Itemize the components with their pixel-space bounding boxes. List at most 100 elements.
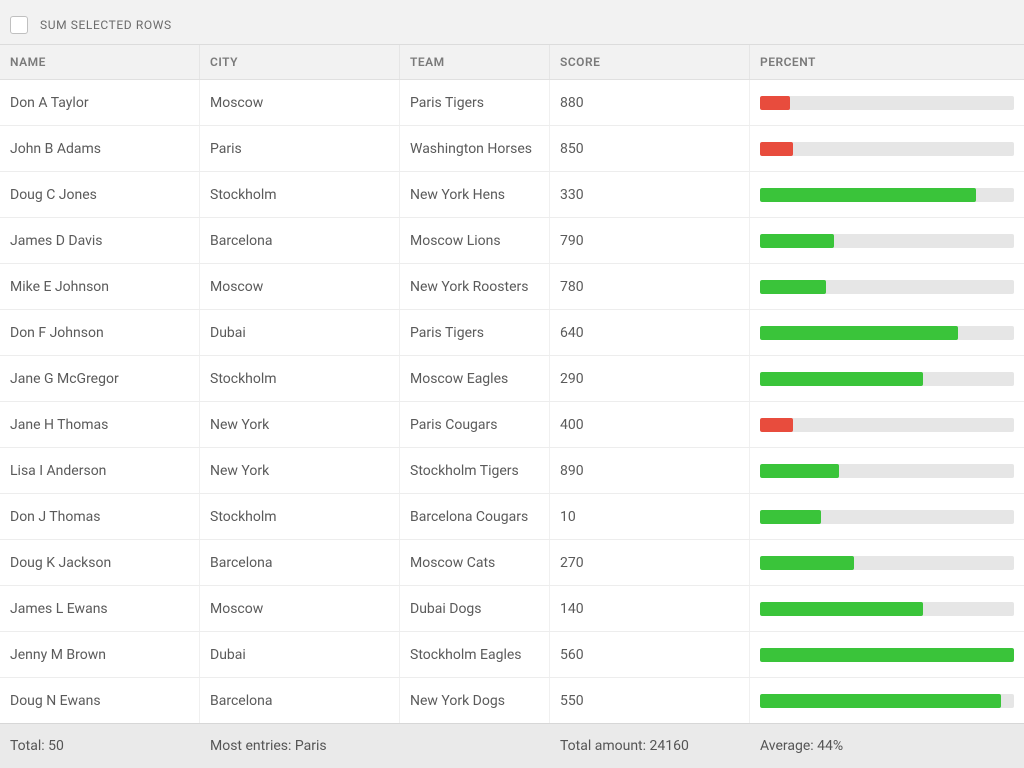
cell-percent (750, 540, 1024, 585)
sum-selected-checkbox[interactable] (10, 16, 28, 34)
cell-city: Stockholm (200, 494, 400, 539)
cell-city: Barcelona (200, 678, 400, 723)
percent-bar-fill (760, 188, 976, 202)
footer-total: Total: 50 (0, 724, 200, 768)
table-row[interactable]: Jane G McGregorStockholmMoscow Eagles290 (0, 356, 1024, 402)
cell-percent (750, 586, 1024, 631)
cell-name: John B Adams (0, 126, 200, 171)
percent-bar (760, 556, 1014, 570)
cell-name: Jenny M Brown (0, 632, 200, 677)
cell-team: Moscow Cats (400, 540, 550, 585)
cell-city: Moscow (200, 264, 400, 309)
cell-team: Stockholm Tigers (400, 448, 550, 493)
cell-percent (750, 264, 1024, 309)
cell-city: Stockholm (200, 172, 400, 217)
cell-score: 790 (550, 218, 750, 263)
cell-team: Barcelona Cougars (400, 494, 550, 539)
cell-name: James D Davis (0, 218, 200, 263)
cell-team: Paris Tigers (400, 310, 550, 355)
percent-bar (760, 96, 1014, 110)
table-row[interactable]: Doug K JacksonBarcelonaMoscow Cats270 (0, 540, 1024, 586)
cell-city: Moscow (200, 80, 400, 125)
cell-score: 880 (550, 80, 750, 125)
cell-name: James L Ewans (0, 586, 200, 631)
cell-percent (750, 356, 1024, 401)
table-header: NAME CITY TEAM SCORE PERCENT (0, 45, 1024, 80)
percent-bar-fill (760, 464, 839, 478)
cell-score: 780 (550, 264, 750, 309)
percent-bar (760, 326, 1014, 340)
table-row[interactable]: John B AdamsParisWashington Horses850 (0, 126, 1024, 172)
cell-name: Doug N Ewans (0, 678, 200, 723)
percent-bar-fill (760, 418, 793, 432)
percent-bar (760, 142, 1014, 156)
cell-team: Moscow Lions (400, 218, 550, 263)
cell-percent (750, 448, 1024, 493)
percent-bar-fill (760, 326, 958, 340)
percent-bar (760, 280, 1014, 294)
cell-city: Moscow (200, 586, 400, 631)
cell-city: Barcelona (200, 540, 400, 585)
cell-score: 290 (550, 356, 750, 401)
percent-bar (760, 694, 1014, 708)
col-header-name[interactable]: NAME (0, 45, 200, 79)
cell-percent (750, 402, 1024, 447)
table-row[interactable]: Lisa I AndersonNew YorkStockholm Tigers8… (0, 448, 1024, 494)
percent-bar (760, 602, 1014, 616)
cell-name: Doug K Jackson (0, 540, 200, 585)
percent-bar-fill (760, 280, 826, 294)
cell-percent (750, 80, 1024, 125)
cell-team: Dubai Dogs (400, 586, 550, 631)
table-body[interactable]: Don A TaylorMoscowParis Tigers880John B … (0, 80, 1024, 723)
percent-bar (760, 188, 1014, 202)
table-row[interactable]: Jane H ThomasNew YorkParis Cougars400 (0, 402, 1024, 448)
cell-percent (750, 172, 1024, 217)
cell-score: 640 (550, 310, 750, 355)
cell-city: Stockholm (200, 356, 400, 401)
percent-bar-fill (760, 510, 821, 524)
percent-bar-fill (760, 602, 923, 616)
cell-team: Paris Tigers (400, 80, 550, 125)
sum-selected-label: SUM SELECTED ROWS (40, 18, 172, 32)
cell-percent (750, 678, 1024, 723)
percent-bar-fill (760, 648, 1014, 662)
col-header-percent[interactable]: PERCENT (750, 45, 1024, 79)
cell-city: New York (200, 448, 400, 493)
col-header-team[interactable]: TEAM (400, 45, 550, 79)
cell-score: 850 (550, 126, 750, 171)
table-row[interactable]: James D DavisBarcelonaMoscow Lions790 (0, 218, 1024, 264)
cell-name: Jane G McGregor (0, 356, 200, 401)
table-toolbar: SUM SELECTED ROWS (0, 0, 1024, 45)
cell-name: Lisa I Anderson (0, 448, 200, 493)
table-row[interactable]: Jenny M BrownDubaiStockholm Eagles560 (0, 632, 1024, 678)
percent-bar-fill (760, 142, 793, 156)
table-row[interactable]: Don F JohnsonDubaiParis Tigers640 (0, 310, 1024, 356)
table-row[interactable]: Mike E JohnsonMoscowNew York Roosters780 (0, 264, 1024, 310)
percent-bar-fill (760, 234, 834, 248)
cell-team: New York Roosters (400, 264, 550, 309)
cell-name: Don F Johnson (0, 310, 200, 355)
table-row[interactable]: Doug N EwansBarcelonaNew York Dogs550 (0, 678, 1024, 723)
percent-bar (760, 372, 1014, 386)
cell-percent (750, 310, 1024, 355)
col-header-city[interactable]: CITY (200, 45, 400, 79)
table-row[interactable]: Don J ThomasStockholmBarcelona Cougars10 (0, 494, 1024, 540)
percent-bar-fill (760, 96, 790, 110)
table-row[interactable]: Doug C JonesStockholmNew York Hens330 (0, 172, 1024, 218)
table-row[interactable]: Don A TaylorMoscowParis Tigers880 (0, 80, 1024, 126)
table-row[interactable]: James L EwansMoscowDubai Dogs140 (0, 586, 1024, 632)
cell-score: 330 (550, 172, 750, 217)
cell-city: Dubai (200, 632, 400, 677)
percent-bar (760, 648, 1014, 662)
percent-bar-fill (760, 694, 1001, 708)
percent-bar (760, 510, 1014, 524)
cell-percent (750, 494, 1024, 539)
cell-name: Doug C Jones (0, 172, 200, 217)
cell-score: 890 (550, 448, 750, 493)
cell-team: Stockholm Eagles (400, 632, 550, 677)
percent-bar-fill (760, 556, 854, 570)
percent-bar (760, 234, 1014, 248)
col-header-score[interactable]: SCORE (550, 45, 750, 79)
cell-team: Paris Cougars (400, 402, 550, 447)
cell-percent (750, 218, 1024, 263)
